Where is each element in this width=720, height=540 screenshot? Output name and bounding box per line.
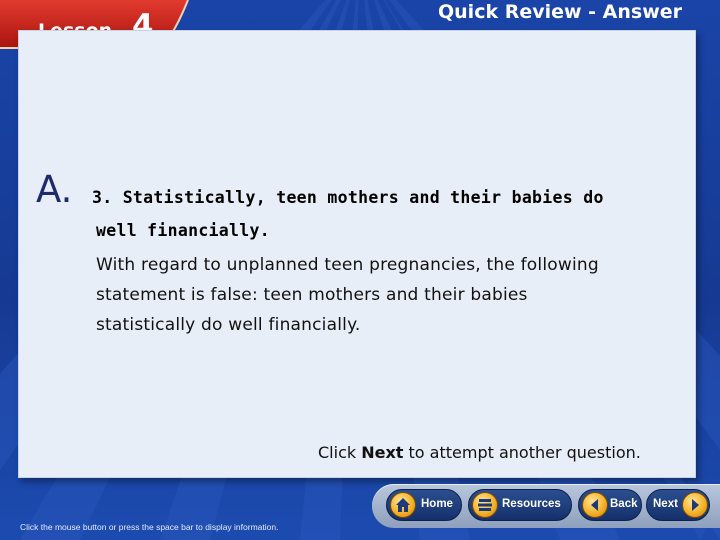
slide: Lesson 4 Quick Review - Answer A. 3. Sta… — [0, 0, 720, 540]
next-instruction-keyword: Next — [361, 443, 404, 462]
answer-explanation: With regard to unplanned teen pregnancie… — [96, 250, 696, 340]
house-icon — [390, 492, 416, 518]
next-button-label: Next — [653, 498, 678, 510]
question-letter: A. — [36, 168, 73, 211]
books-icon — [472, 492, 498, 518]
back-arrow-icon — [582, 492, 608, 518]
answer-line: statistically do well financially. — [96, 315, 361, 335]
back-button-label: Back — [610, 498, 638, 510]
footer-hint: Click the mouse button or press the spac… — [20, 522, 279, 532]
next-instruction: Click Next to attempt another question. — [318, 443, 641, 462]
question-text-continued: well financially. — [96, 221, 270, 240]
next-arrow-icon — [682, 492, 708, 518]
home-button[interactable]: Home — [386, 489, 462, 521]
resources-button-label: Resources — [502, 498, 561, 510]
home-button-label: Home — [421, 498, 453, 510]
answer-line: statement is false: teen mothers and the… — [96, 285, 528, 305]
question-text: 3. Statistically, teen mothers and their… — [92, 188, 604, 207]
next-instruction-suffix: to attempt another question. — [408, 443, 641, 462]
resources-button[interactable]: Resources — [468, 489, 572, 521]
back-button[interactable]: Back — [578, 489, 642, 521]
answer-line: With regard to unplanned teen pregnancie… — [96, 255, 599, 275]
page-title: Quick Review - Answer — [438, 1, 683, 23]
next-button[interactable]: Next — [646, 489, 710, 521]
next-instruction-prefix: Click — [318, 443, 357, 462]
